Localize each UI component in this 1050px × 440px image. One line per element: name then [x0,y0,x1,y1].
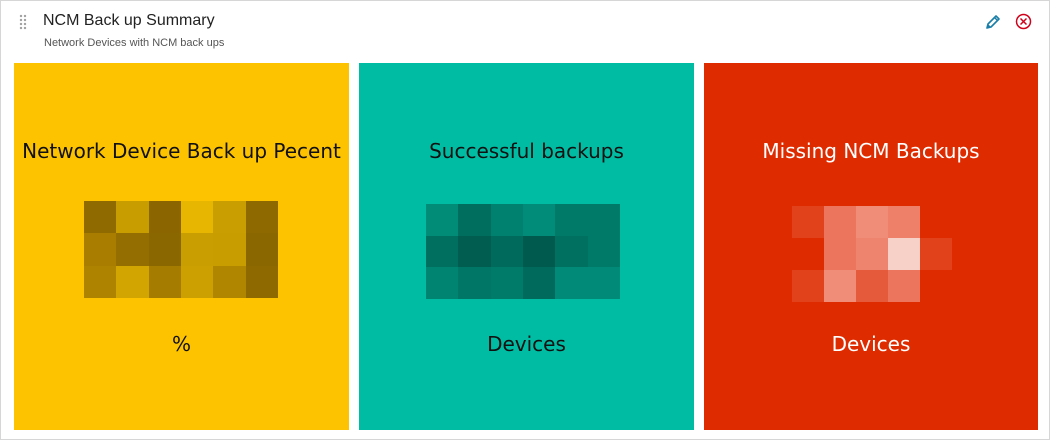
tile-title: Network Device Back up Pecent [22,139,341,163]
redacted-value [792,206,952,302]
tile-missing-backups[interactable]: Missing NCM Backups Devices [704,63,1038,430]
widget-header: NCM Back up Summary Network Devices with… [1,1,1049,61]
tile-title: Missing NCM Backups [762,139,980,163]
tile-successful-backups[interactable]: Successful backups Devices [359,63,694,430]
redacted-value [84,201,278,298]
pencil-icon[interactable] [984,13,1002,31]
tile-unit: % [171,332,191,356]
redacted-value [426,204,620,299]
widget-title: NCM Back up Summary [43,12,215,29]
tile-title: Successful backups [429,139,624,163]
tile-backup-percent[interactable]: Network Device Back up Pecent % [14,63,349,430]
drag-handle-icon[interactable] [19,14,27,30]
ncm-backup-widget: NCM Back up Summary Network Devices with… [0,0,1050,440]
close-icon[interactable] [1015,13,1032,30]
widget-subtitle: Network Devices with NCM back ups [44,37,225,49]
tile-unit: Devices [831,332,911,356]
tile-unit: Devices [487,332,566,356]
